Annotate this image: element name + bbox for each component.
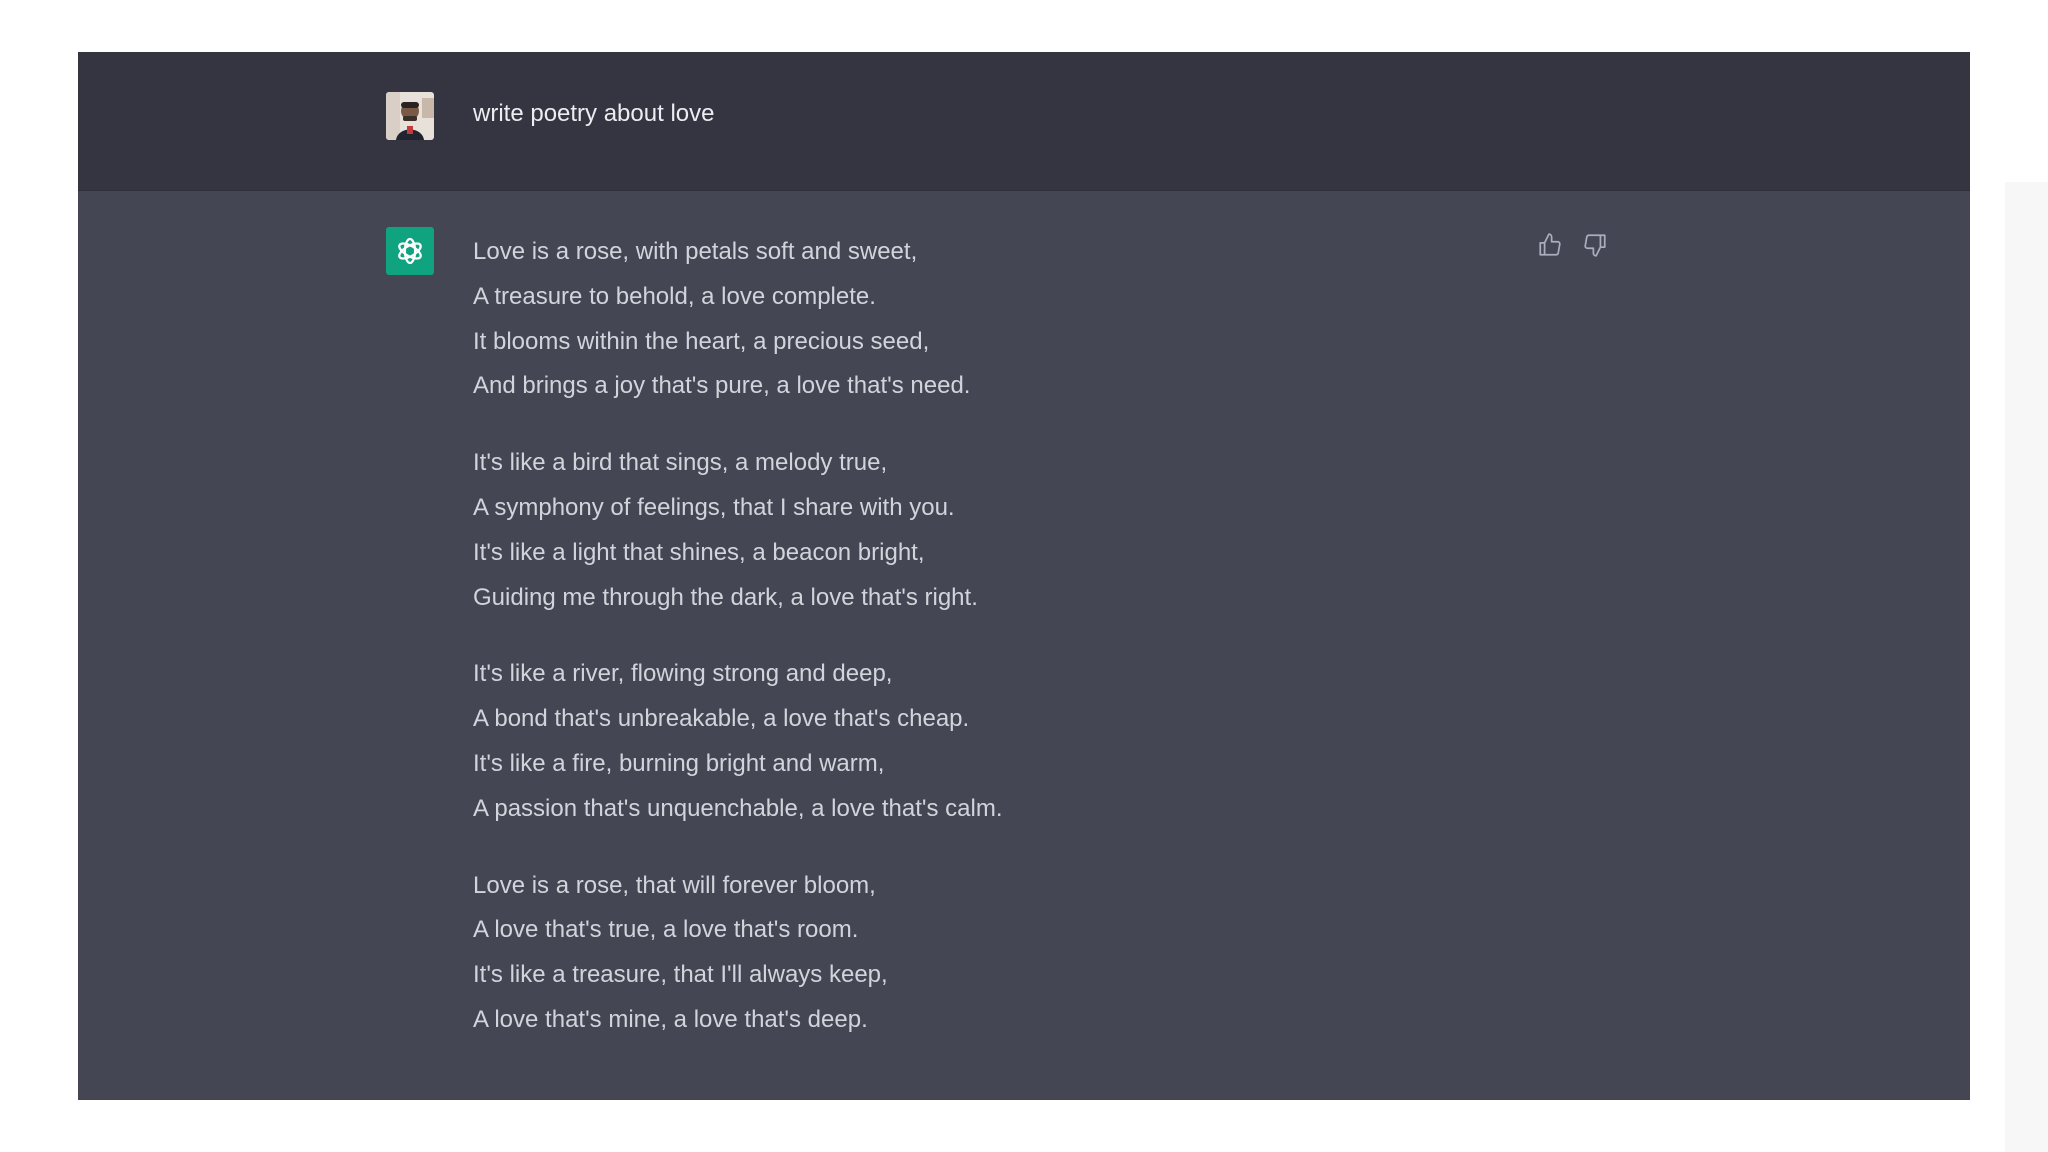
poem-line: It blooms within the heart, a precious s… bbox=[473, 327, 930, 355]
poem-stanza-3: It's like a river, flowing strong and de… bbox=[473, 652, 1473, 831]
page-scroll-area bbox=[2005, 182, 2048, 1152]
thumbs-up-button[interactable] bbox=[1535, 230, 1565, 260]
thumbs-down-icon bbox=[1584, 234, 1606, 257]
user-message-text: write poetry about love bbox=[473, 100, 715, 127]
poem-stanza-4: Love is a rose, that will forever bloom,… bbox=[473, 864, 1473, 1043]
poem-line: It's like a light that shines, a beacon … bbox=[473, 538, 925, 566]
poem-line: And brings a joy that's pure, a love tha… bbox=[473, 372, 971, 400]
poem-line: It's like a bird that sings, a melody tr… bbox=[473, 449, 888, 477]
user-avatar-photo bbox=[386, 92, 434, 140]
poem-line: A symphony of feelings, that I share wit… bbox=[473, 493, 955, 521]
assistant-message: Love is a rose, with petals soft and swe… bbox=[473, 230, 1473, 1075]
poem-line: A love that's mine, a love that's deep. bbox=[473, 1005, 868, 1033]
poem-stanza-2: It's like a bird that sings, a melody tr… bbox=[473, 441, 1473, 620]
thumbs-down-button[interactable] bbox=[1580, 230, 1610, 260]
poem-line: A bond that's unbreakable, a love that's… bbox=[473, 705, 970, 733]
poem-line: Guiding me through the dark, a love that… bbox=[473, 583, 978, 611]
user-avatar bbox=[386, 92, 434, 140]
thumbs-up-icon bbox=[1539, 233, 1561, 256]
poem-line: A passion that's unquenchable, a love th… bbox=[473, 794, 1003, 822]
assistant-avatar bbox=[386, 227, 434, 275]
poem-line: It's like a treasure, that I'll always k… bbox=[473, 961, 888, 989]
poem-line: It's like a river, flowing strong and de… bbox=[473, 660, 893, 688]
user-message-row: write poetry about love bbox=[78, 52, 1970, 191]
poem-line: Love is a rose, with petals soft and swe… bbox=[473, 238, 918, 265]
poem-stanza-1: Love is a rose, with petals soft and swe… bbox=[473, 230, 1473, 409]
poem-line: Love is a rose, that will forever bloom, bbox=[473, 871, 876, 899]
poem-line: A treasure to behold, a love complete. bbox=[473, 282, 876, 310]
poem-line: A love that's true, a love that's room. bbox=[473, 916, 859, 944]
openai-logo-icon bbox=[398, 237, 422, 265]
poem-line: It's like a fire, burning bright and war… bbox=[473, 749, 885, 777]
chat-thread: write poetry about love Love is a rose, … bbox=[78, 52, 1970, 1100]
